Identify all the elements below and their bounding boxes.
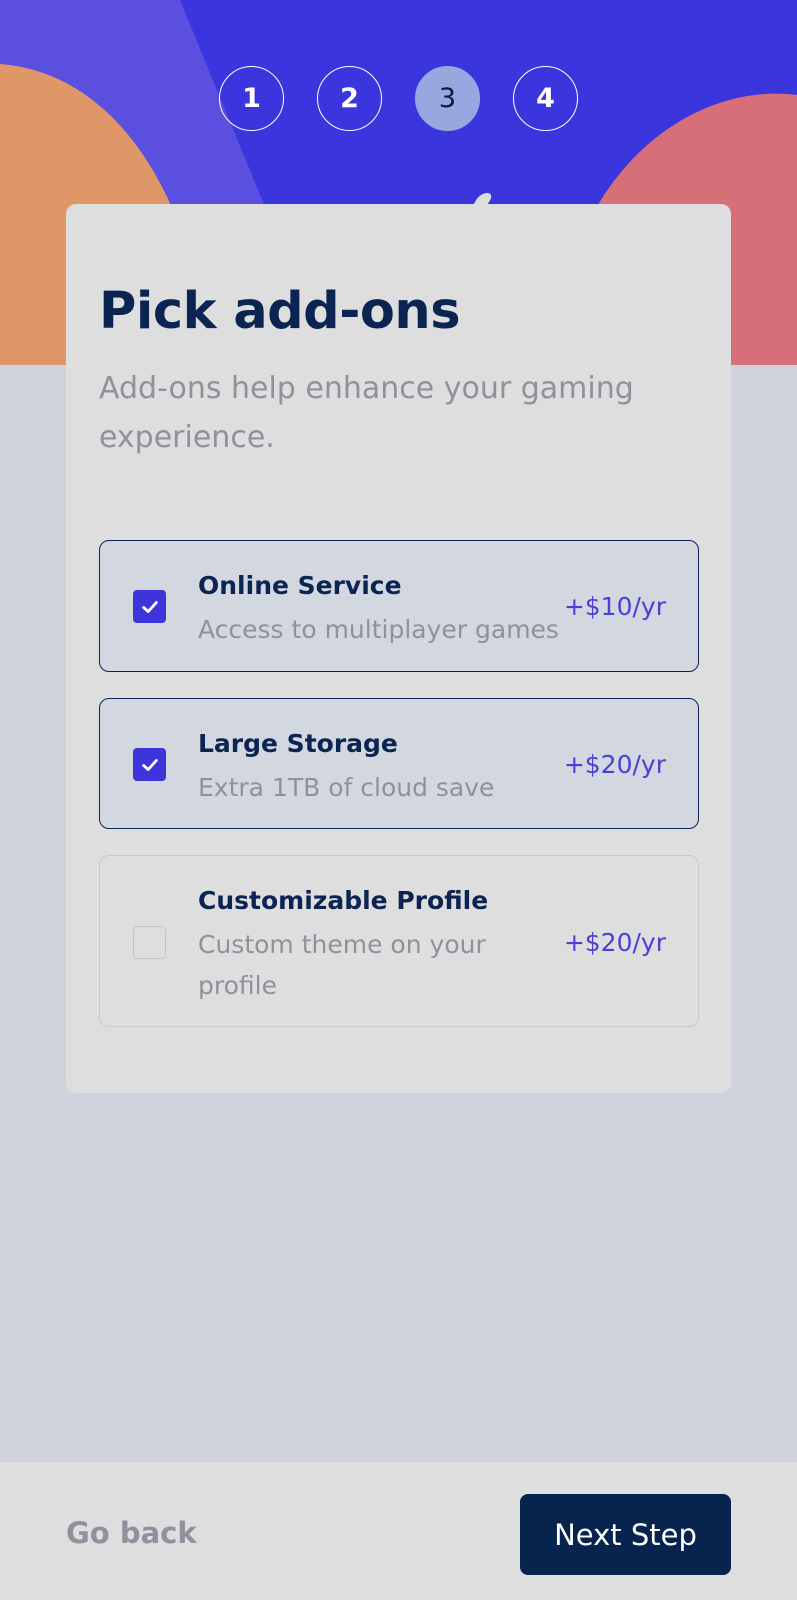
addon-price: +$10/yr: [563, 592, 666, 621]
addon-customizable-profile[interactable]: Customizable Profile Custom theme on you…: [99, 855, 699, 1027]
footer-bar: Go back Next Step: [0, 1462, 797, 1600]
next-step-button[interactable]: Next Step: [520, 1494, 731, 1575]
addon-large-storage[interactable]: Large Storage Extra 1TB of cloud save +$…: [99, 698, 699, 829]
addon-online-service[interactable]: Online Service Access to multiplayer gam…: [99, 540, 699, 672]
page-subtitle: Add-ons help enhance your gaming experie…: [99, 371, 634, 455]
step-4[interactable]: 4: [513, 66, 578, 131]
addon-name: Customizable Profile: [198, 886, 489, 915]
step-3-active[interactable]: 3: [415, 66, 480, 131]
step-indicator: 1 2 3 4: [0, 66, 797, 131]
addon-description: Custom theme on your profile: [198, 930, 486, 1000]
addon-description: Access to multiplayer games: [198, 615, 559, 644]
step-1[interactable]: 1: [219, 66, 284, 131]
addons-card: Pick add-ons Add-ons help enhance your g…: [66, 204, 731, 1093]
checkbox-large-storage[interactable]: [133, 748, 166, 781]
checkbox-customizable-profile[interactable]: [133, 926, 166, 959]
step-2[interactable]: 2: [317, 66, 382, 131]
checkbox-online-service[interactable]: [133, 590, 166, 623]
check-icon: [141, 600, 158, 613]
addon-name: Large Storage: [198, 729, 398, 758]
addon-price: +$20/yr: [563, 928, 666, 957]
addon-price: +$20/yr: [563, 750, 666, 779]
go-back-link[interactable]: Go back: [66, 1516, 197, 1550]
addon-name: Online Service: [198, 571, 402, 600]
addon-description: Extra 1TB of cloud save: [198, 773, 495, 802]
page-title: Pick add-ons: [99, 282, 461, 341]
check-icon: [141, 758, 158, 771]
